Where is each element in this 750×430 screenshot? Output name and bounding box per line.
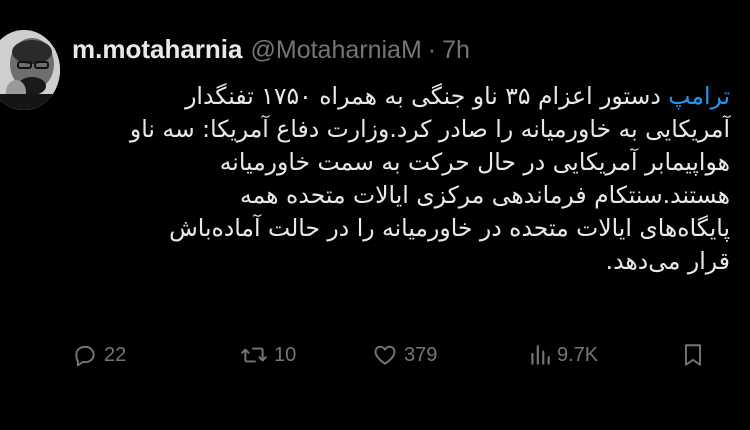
retweet-count: 10 (274, 343, 297, 366)
reply-icon (72, 342, 98, 368)
reply-count: 22 (104, 343, 127, 366)
views-button[interactable]: 9.7K (529, 342, 598, 368)
heart-icon (372, 342, 398, 368)
tweet-text: ترامپ دستور اعزام ۳۵ ناو جنگی به همراه ۱… (0, 80, 730, 278)
tweet[interactable]: m.motaharnia @MotaharniaM · 7h ترامپ دست… (0, 0, 750, 430)
tweet-line: هستند.سنتکام فرماندهی مرکزی ایالات متحده… (240, 181, 730, 209)
tweet-header: m.motaharnia @MotaharniaM · 7h (72, 34, 470, 65)
tweet-line: هواپیمابر آمریکایی در حال حرکت به سمت خا… (219, 148, 730, 176)
timestamp[interactable]: 7h (442, 36, 470, 65)
user-handle[interactable]: @MotaharniaM (251, 36, 422, 65)
views-icon (529, 342, 551, 368)
reply-button[interactable]: 22 (72, 342, 126, 368)
bookmark-button[interactable] (682, 342, 704, 368)
like-count: 379 (404, 343, 438, 366)
views-count: 9.7K (557, 343, 599, 366)
tweet-line: ترامپ دستور اعزام ۳۵ ناو جنگی به همراه ۱… (185, 82, 730, 110)
tweet-line: پایگاه‌های ایالات متحده در خاورمیانه را … (169, 214, 730, 242)
mention-link[interactable]: ترامپ (668, 82, 730, 110)
tweet-line: قرار می‌دهد. (605, 247, 730, 275)
tweet-line: آمریکایی به خاورمیانه را صادر کرد.وزارت … (129, 115, 730, 143)
separator-dot: · (427, 36, 437, 64)
display-name[interactable]: m.motaharnia (72, 34, 243, 65)
like-button[interactable]: 379 (372, 342, 437, 368)
retweet-icon (240, 342, 268, 368)
bookmark-icon (682, 342, 704, 368)
action-bar: 22 10 379 9.7K (72, 342, 717, 376)
retweet-button[interactable]: 10 (240, 342, 296, 368)
